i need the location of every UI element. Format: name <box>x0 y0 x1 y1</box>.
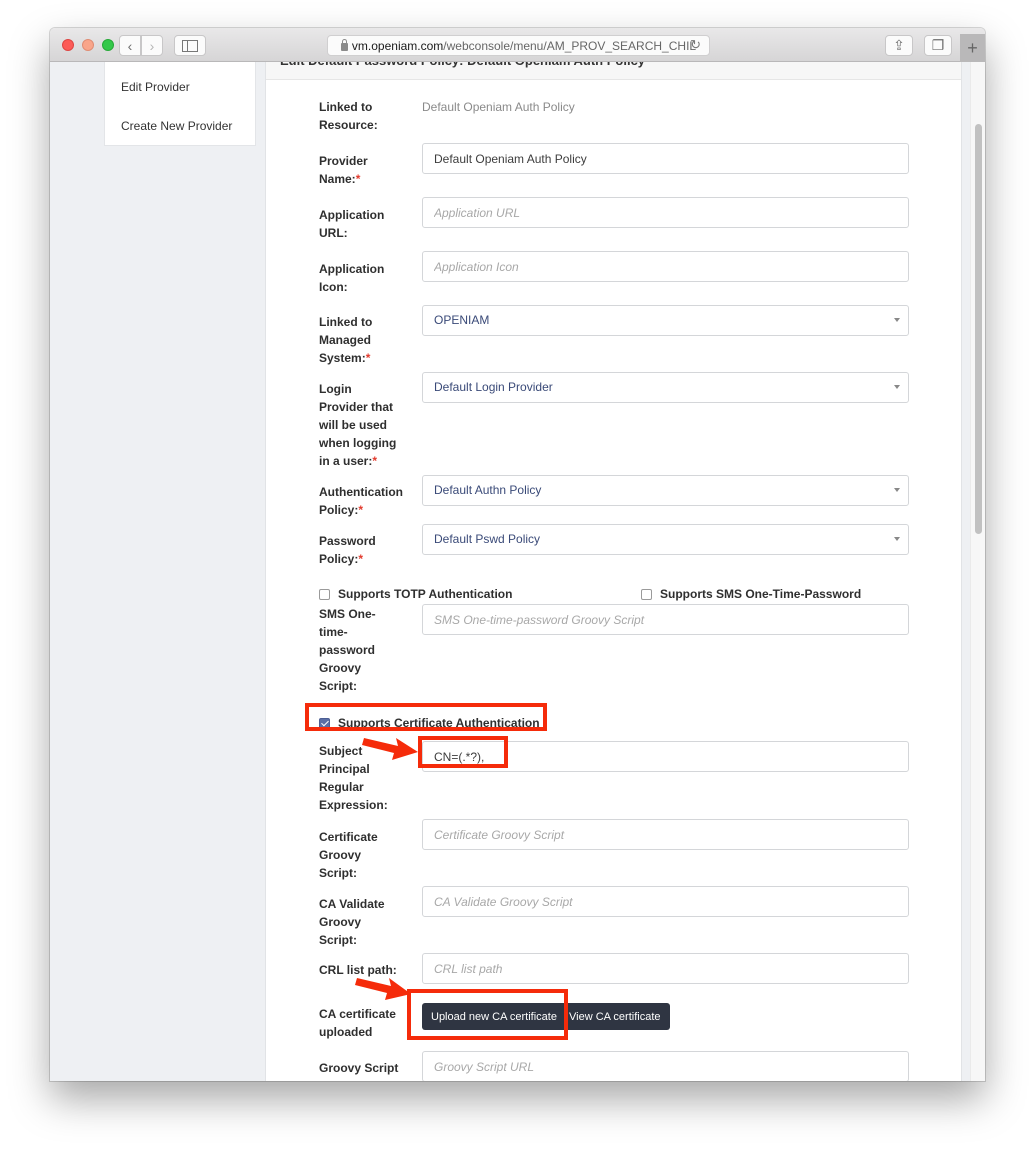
ca-cert-label: CA certificate uploaded <box>319 1007 396 1039</box>
totp-checkbox[interactable] <box>319 588 330 600</box>
ca-validate-input[interactable] <box>422 886 909 917</box>
chevron-left-icon: ‹ <box>127 37 133 54</box>
ca-validate-label: CA Validate Groovy Script: <box>319 897 385 947</box>
required-marker: * <box>358 552 364 566</box>
edit-provider-panel: Edit Default Password Policy: Default Op… <box>265 62 962 1081</box>
provider-menu: Edit Provider Create New Provider <box>104 62 256 146</box>
share-button[interactable]: ⇪ <box>885 35 913 56</box>
address-bar[interactable]: vm.openiam.com/webconsole/menu/AM_PROV_S… <box>327 35 710 56</box>
scrollbar-thumb[interactable] <box>975 124 982 534</box>
url-domain: vm.openiam.com <box>351 38 444 53</box>
edit-provider-link[interactable]: Edit Provider <box>121 80 190 94</box>
sms-script-input[interactable] <box>422 604 909 635</box>
subject-regex-input[interactable] <box>422 741 909 772</box>
sms-otp-label: Supports SMS One-Time-Password <box>660 587 862 601</box>
auth-policy-label: Authentication Policy:* <box>319 485 403 517</box>
totp-label: Supports TOTP Authentication <box>338 587 513 601</box>
create-provider-link[interactable]: Create New Provider <box>121 119 232 133</box>
application-url-input[interactable] <box>422 197 909 228</box>
required-marker: * <box>372 454 378 468</box>
application-url-label: Application URL: <box>319 208 385 240</box>
application-icon-input[interactable] <box>422 251 909 282</box>
groovy-url-label: Groovy Script URL: <box>319 1061 399 1081</box>
new-tab-button[interactable]: + <box>960 34 985 62</box>
url-path: /webconsole/menu/AM_PROV_SEARCH_CHIL <box>443 38 697 53</box>
provider-name-input[interactable] <box>422 143 909 174</box>
reload-icon[interactable]: ↻ <box>690 37 701 53</box>
page-viewport: Edit Provider Create New Provider Edit D… <box>50 62 985 1081</box>
provider-name-label: Provider Name:* <box>319 154 368 186</box>
cert-auth-checkbox-row[interactable]: Supports Certificate Authentication <box>319 716 540 730</box>
required-marker: * <box>365 351 371 365</box>
groovy-url-input[interactable] <box>422 1051 909 1081</box>
minimize-window-button[interactable] <box>82 39 94 51</box>
application-icon-label: Application Icon: <box>319 262 385 294</box>
panel-title: Edit Default Password Policy: Default Op… <box>266 62 961 80</box>
browser-toolbar: ‹ › vm.openiam.com/webconsole/menu/AM_PR… <box>50 28 985 62</box>
managed-system-label: Linked to Managed System:* <box>319 315 373 365</box>
subject-regex-label: Subject Principal Regular Expression: <box>319 744 388 812</box>
login-provider-select[interactable]: Default Login Provider <box>422 372 909 403</box>
required-marker: * <box>358 503 364 517</box>
close-window-button[interactable] <box>62 39 74 51</box>
plus-icon: + <box>967 37 978 58</box>
cert-script-input[interactable] <box>422 819 909 850</box>
show-tabs-button[interactable]: ❐ <box>924 35 952 56</box>
dropdown-caret-icon <box>894 488 900 492</box>
tabs-icon: ❐ <box>931 37 945 53</box>
sidebar-icon <box>182 39 198 52</box>
sms-script-label: SMS One-time-password Groovy Script: <box>319 607 376 693</box>
sidebar-toggle-button[interactable] <box>174 35 206 56</box>
linked-resource-value: Default Openiam Auth Policy <box>422 100 575 114</box>
password-policy-select[interactable]: Default Pswd Policy <box>422 524 909 555</box>
linked-resource-label: Linked to Resource: <box>319 100 378 132</box>
crl-path-input[interactable] <box>422 953 909 984</box>
vertical-scrollbar[interactable] <box>970 62 985 1081</box>
dropdown-caret-icon <box>894 318 900 322</box>
cert-auth-label: Supports Certificate Authentication <box>338 716 540 730</box>
chevron-right-icon: › <box>149 37 155 54</box>
upload-ca-certificate-button[interactable]: Upload new CA certificate <box>422 1003 566 1030</box>
dropdown-caret-icon <box>894 537 900 541</box>
required-marker: * <box>355 172 361 186</box>
managed-system-select[interactable]: OPENIAM <box>422 305 909 336</box>
forward-button[interactable]: › <box>141 35 163 56</box>
lock-icon <box>340 38 348 51</box>
sms-otp-checkbox[interactable] <box>641 588 652 600</box>
cert-auth-checkbox[interactable] <box>319 717 330 729</box>
maximize-window-button[interactable] <box>102 39 114 51</box>
totp-checkbox-row[interactable]: Supports TOTP Authentication <box>319 587 512 601</box>
sms-otp-checkbox-row[interactable]: Supports SMS One-Time-Password <box>641 587 861 601</box>
view-ca-certificate-button[interactable]: View CA certificate <box>560 1003 670 1030</box>
dropdown-caret-icon <box>894 385 900 389</box>
share-icon: ⇪ <box>893 37 905 53</box>
crl-path-label: CRL list path: <box>319 963 397 977</box>
back-button[interactable]: ‹ <box>119 35 141 56</box>
auth-policy-select[interactable]: Default Authn Policy <box>422 475 909 506</box>
cert-script-label: Certificate Groovy Script: <box>319 830 378 880</box>
browser-window: ‹ › vm.openiam.com/webconsole/menu/AM_PR… <box>50 28 985 1081</box>
login-provider-label: Login Provider that will be used when lo… <box>319 382 397 468</box>
password-policy-label: Password Policy:* <box>319 534 376 566</box>
